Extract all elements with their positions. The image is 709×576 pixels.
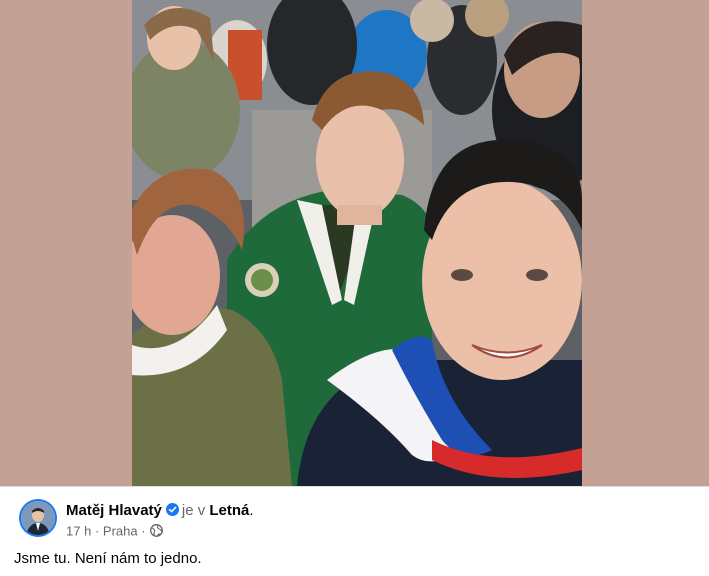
location-connector: je v bbox=[181, 502, 206, 519]
globe-icon[interactable] bbox=[149, 524, 163, 537]
meta-separator: · bbox=[94, 523, 100, 539]
author-avatar[interactable] bbox=[19, 499, 57, 537]
post-city[interactable]: Praha bbox=[103, 524, 138, 539]
author-name[interactable]: Matěj Hlavatý bbox=[66, 502, 162, 519]
post-header: Matěj Hlavatý je v Letná. bbox=[66, 502, 254, 520]
location-link[interactable]: Letná bbox=[209, 502, 249, 519]
post-timestamp[interactable]: 17 h bbox=[66, 524, 91, 539]
post-photo[interactable] bbox=[132, 0, 582, 486]
post-meta: 17 h · Praha · bbox=[66, 523, 163, 540]
meta-separator-2: · bbox=[141, 523, 146, 539]
selfie-photo-illustration bbox=[132, 0, 582, 486]
person-silhouette-icon bbox=[21, 501, 55, 535]
post-text: Jsme tu. Není nám to jedno. bbox=[14, 550, 202, 567]
verified-badge-icon bbox=[165, 503, 179, 516]
post-media-area[interactable] bbox=[0, 0, 709, 486]
location-suffix: . bbox=[249, 502, 254, 519]
avatar-image bbox=[21, 501, 55, 535]
